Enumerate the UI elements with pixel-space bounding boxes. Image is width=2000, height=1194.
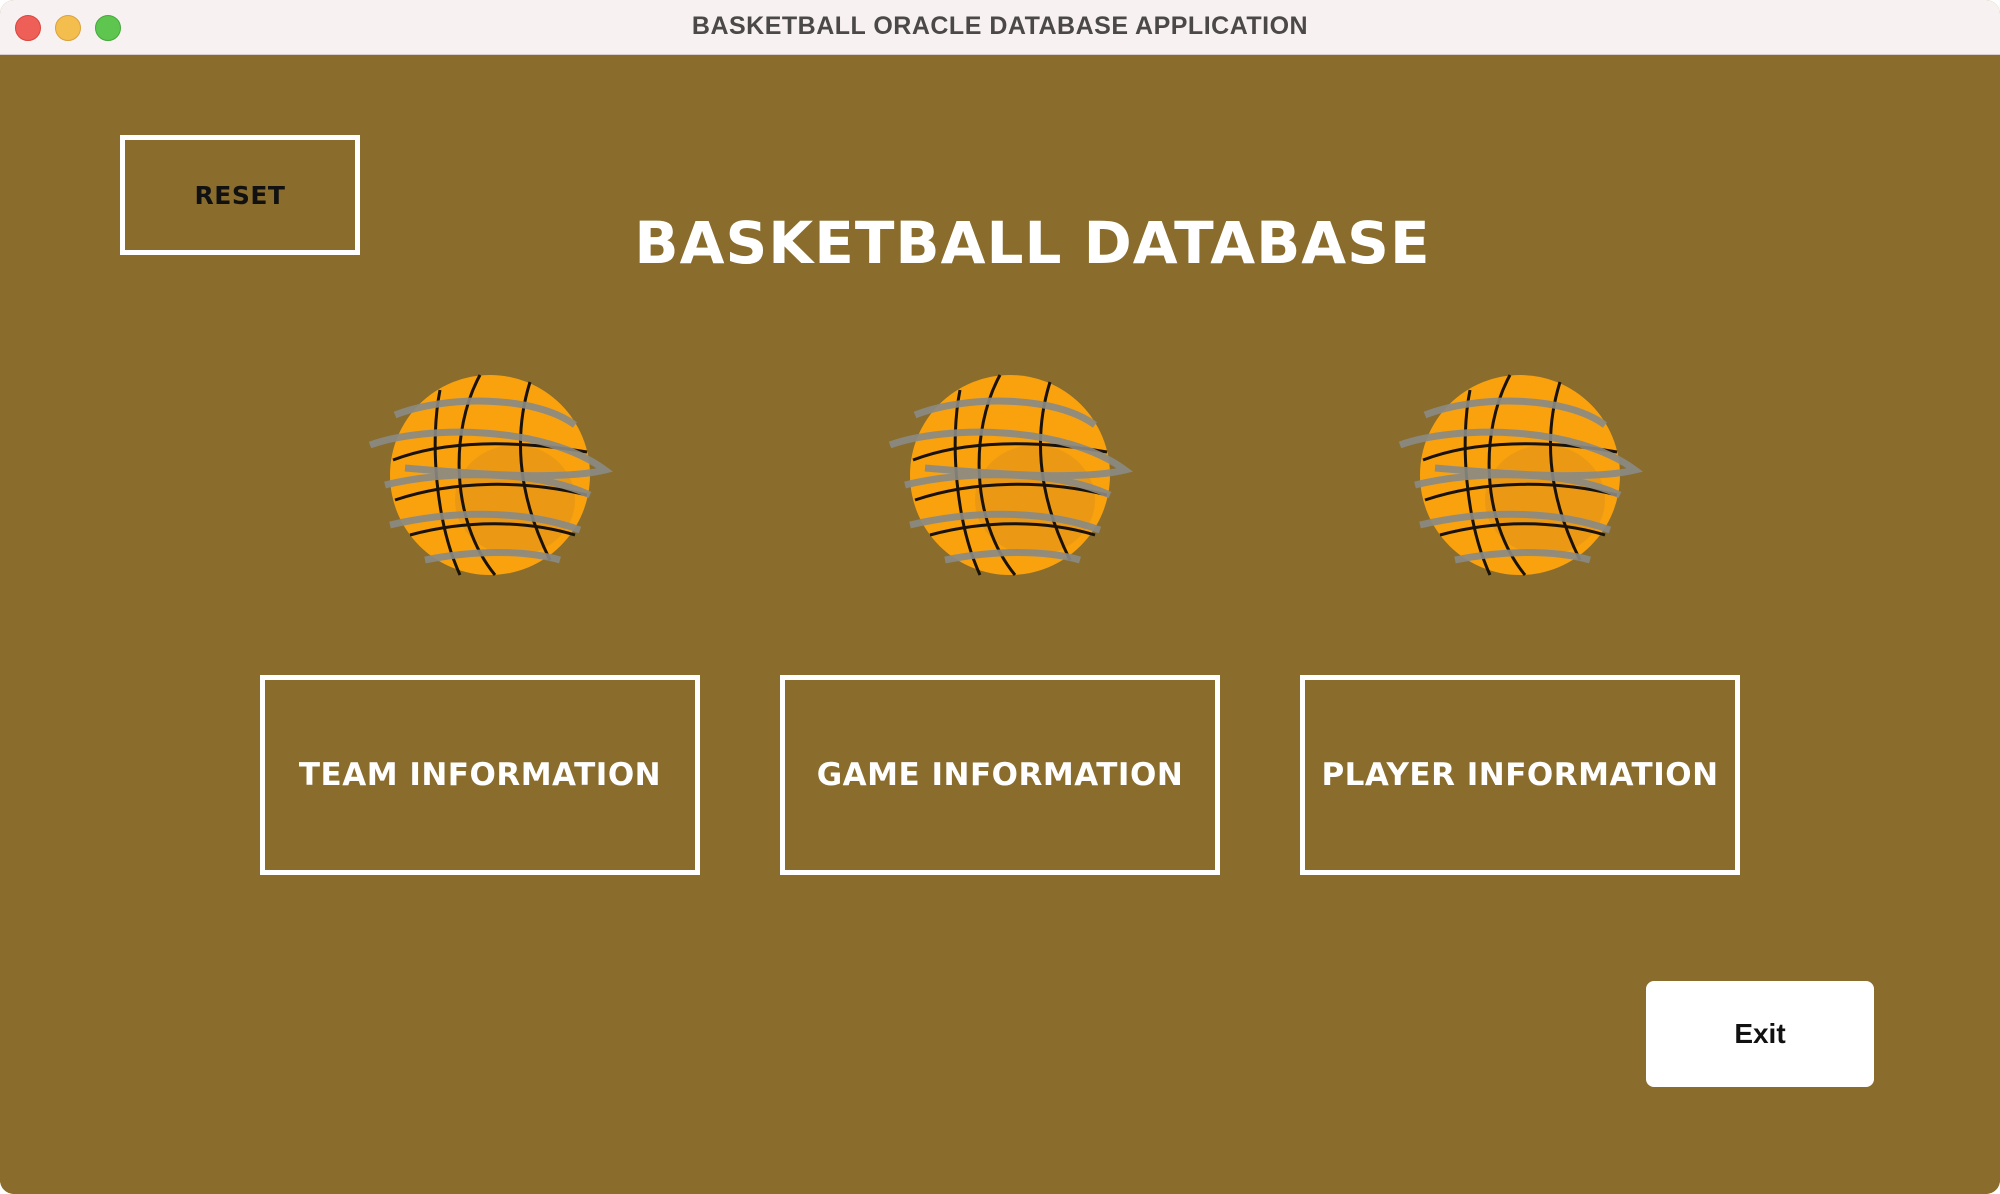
app-window: BASKETBALL ORACLE DATABASE APPLICATION R… [0,0,2000,1194]
player-information-button[interactable]: PLAYER INFORMATION [1300,675,1740,875]
window-title: BASKETBALL ORACLE DATABASE APPLICATION [691,12,1309,40]
main-panel: RESET BASKETBALL DATABASE TEAM INFORMATI… [0,55,2000,1194]
team-information-button[interactable]: TEAM INFORMATION [260,675,700,875]
page-title: BASKETBALL DATABASE [634,209,1431,277]
basketball-icon [368,374,613,576]
title-bar: BASKETBALL ORACLE DATABASE APPLICATION [0,0,2000,55]
basketball-icon [888,374,1133,576]
exit-button[interactable]: Exit [1646,981,1874,1087]
basketball-icon [1398,374,1643,576]
game-information-button[interactable]: GAME INFORMATION [780,675,1220,875]
